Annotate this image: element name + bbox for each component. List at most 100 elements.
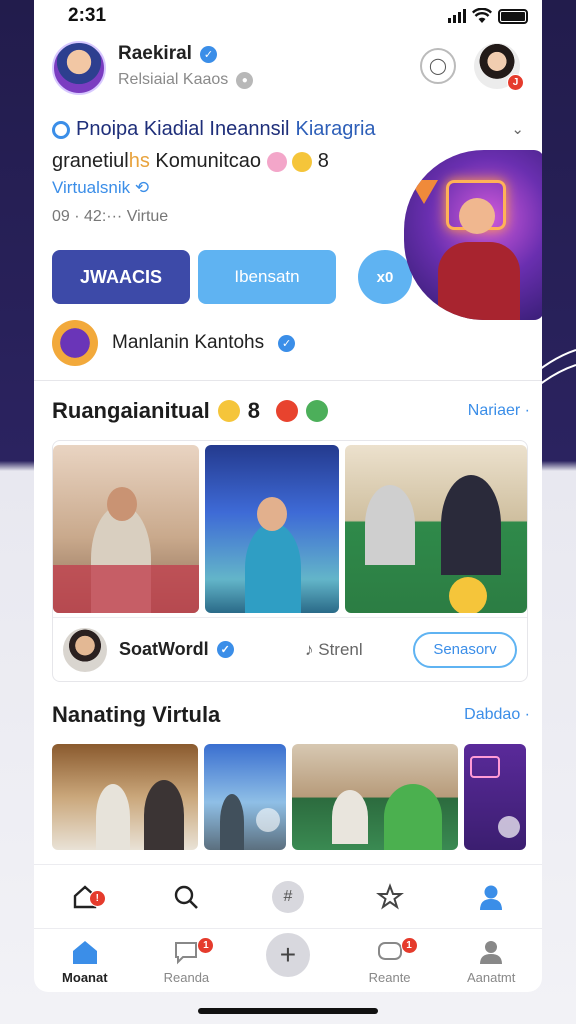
tab-create[interactable]: +: [243, 933, 333, 977]
chat-icon: ◯: [429, 58, 447, 75]
account-avatar[interactable]: J: [474, 43, 524, 91]
search-icon: [175, 885, 199, 909]
follow-button[interactable]: Senasorv: [413, 631, 517, 668]
feature-hero-image[interactable]: [404, 150, 542, 320]
tab-messages[interactable]: 1 Reanda: [141, 937, 231, 985]
primary-action-button[interactable]: JWAACIS: [52, 250, 190, 304]
grid-button[interactable]: #: [271, 880, 305, 914]
poster-avatar[interactable]: [63, 627, 107, 672]
photo-person: [384, 784, 442, 850]
featured-post: Pnoipa Kiadial Ineannsil Kiaragria ⌄ gra…: [52, 110, 542, 320]
card-photo-1[interactable]: [53, 445, 199, 613]
photo-person: [144, 780, 184, 850]
play-icon[interactable]: [256, 808, 280, 832]
card-footer: SoatWordl ✓ ♪ Strenl Senasorv: [53, 617, 527, 681]
plus-icon: +: [265, 933, 310, 977]
profile-button[interactable]: [474, 880, 508, 914]
reaction-bubble-button[interactable]: x0: [358, 250, 412, 304]
battery-icon: [498, 8, 528, 24]
verified-icon: ✓: [199, 45, 217, 63]
subtitle-row: Relsiaial Kaaos ●: [118, 71, 254, 89]
photo-person: [332, 790, 368, 844]
thumbnail-2[interactable]: [204, 744, 286, 850]
photo-person: [441, 475, 501, 575]
wifi-icon: [472, 8, 492, 23]
chevron-down-icon[interactable]: ⌄: [511, 120, 524, 138]
post-stat-text: Strenl: [318, 639, 363, 659]
secondary-action-button[interactable]: Ibensatn: [198, 250, 336, 304]
thumbnail-row: [52, 744, 528, 850]
feature-line2-highlight: hs: [128, 150, 150, 172]
user-subtitle: Relsiaial Kaaos: [118, 71, 229, 88]
photo-sofa: [53, 565, 199, 613]
emoji-icon: [305, 400, 328, 422]
emoji-icon: [266, 151, 287, 172]
creator-avatar: [52, 320, 98, 366]
notification-badge: !: [88, 889, 106, 907]
decor-triangle: [410, 180, 438, 204]
creator-row[interactable]: Manlanin Kantohs ✓: [52, 318, 530, 368]
tab-label: Aanatmt: [466, 970, 516, 985]
user-avatar[interactable]: [52, 41, 106, 95]
profile-icon: [480, 941, 503, 964]
tab-account[interactable]: Aanatmt: [446, 937, 536, 985]
section-title: Nanating Virtula: [52, 702, 221, 727]
feature-title[interactable]: Pnoipa Kiadial Ineannsil Kiaragria: [52, 118, 376, 141]
signal-icon: [448, 9, 466, 23]
photo-person: [245, 523, 301, 613]
search-button[interactable]: [169, 880, 203, 914]
feature-stats: 09 · 42:··· Virtue: [52, 208, 169, 225]
grid-icon: #: [271, 880, 304, 913]
profile-icon: [480, 885, 503, 910]
section-header-1: Ruangaianitual 8 Nariaer ·: [52, 398, 530, 424]
notification-badge: 1: [400, 937, 418, 954]
section-title: Ruangaianitual 8: [52, 398, 328, 424]
live-ring-icon: [52, 120, 70, 139]
action-bar: ! #: [34, 864, 542, 928]
card-photo-3[interactable]: [345, 445, 527, 613]
emoji-icon: [292, 151, 313, 172]
play-icon[interactable]: [498, 816, 520, 838]
post-stat[interactable]: ♪ Strenl: [305, 640, 363, 660]
status-bar: 2:31: [34, 0, 542, 32]
feature-description: granetiulhs Komunitcao 8: [52, 150, 329, 173]
favorites-button[interactable]: [373, 880, 407, 914]
see-more-link[interactable]: Dabdao ·: [464, 706, 530, 724]
home-button[interactable]: !: [68, 880, 106, 914]
photo-person: [220, 794, 244, 850]
notification-badge: J: [507, 74, 524, 91]
feature-tag[interactable]: Virtualsnik ⟲: [52, 178, 149, 198]
app-screen: 2:31 Raekiral ✓ Relsiaial Kaaos ● ◯ J Pn…: [34, 0, 542, 992]
photo-person-head: [257, 497, 287, 531]
creator-name: Manlanin Kantohs: [112, 332, 265, 353]
home-indicator[interactable]: [198, 1008, 378, 1014]
user-name[interactable]: Raekiral: [118, 43, 192, 65]
feature-title-accent: Kiaragria: [295, 118, 376, 140]
status-icons: [448, 8, 528, 24]
emoji-icon: [275, 400, 298, 422]
poster-name-row: SoatWordl ✓: [119, 639, 234, 660]
tab-activity[interactable]: 1 Reante: [345, 937, 435, 985]
see-more-link[interactable]: Nariaer ·: [468, 402, 530, 420]
home-icon: [72, 941, 97, 964]
notification-badge: 1: [197, 937, 215, 954]
thumbnail-4[interactable]: [464, 744, 526, 850]
photo-person-head: [107, 487, 137, 521]
chat-icon: [377, 942, 402, 960]
profile-header: Raekiral ✓ Relsiaial Kaaos ● ◯ J: [50, 40, 530, 96]
chat-button[interactable]: ◯: [420, 48, 456, 84]
poster-name[interactable]: SoatWordl: [119, 639, 209, 660]
community-card[interactable]: SoatWordl ✓ ♪ Strenl Senasorv: [52, 440, 528, 682]
feature-line2-rest: Komunitcao: [155, 150, 262, 172]
thumbnail-1[interactable]: [52, 744, 198, 850]
hero-person: [459, 198, 495, 234]
tab-label: Moanat: [62, 970, 108, 985]
thumbnail-3[interactable]: [292, 744, 458, 850]
star-icon: [375, 882, 404, 910]
status-time: 2:31: [68, 5, 107, 26]
tab-label: Reanda: [163, 970, 210, 985]
tab-home[interactable]: Moanat: [40, 937, 130, 985]
card-photo-2[interactable]: [205, 445, 339, 613]
tab-label: Reante: [368, 970, 411, 985]
verified-icon: ✓: [216, 641, 234, 658]
